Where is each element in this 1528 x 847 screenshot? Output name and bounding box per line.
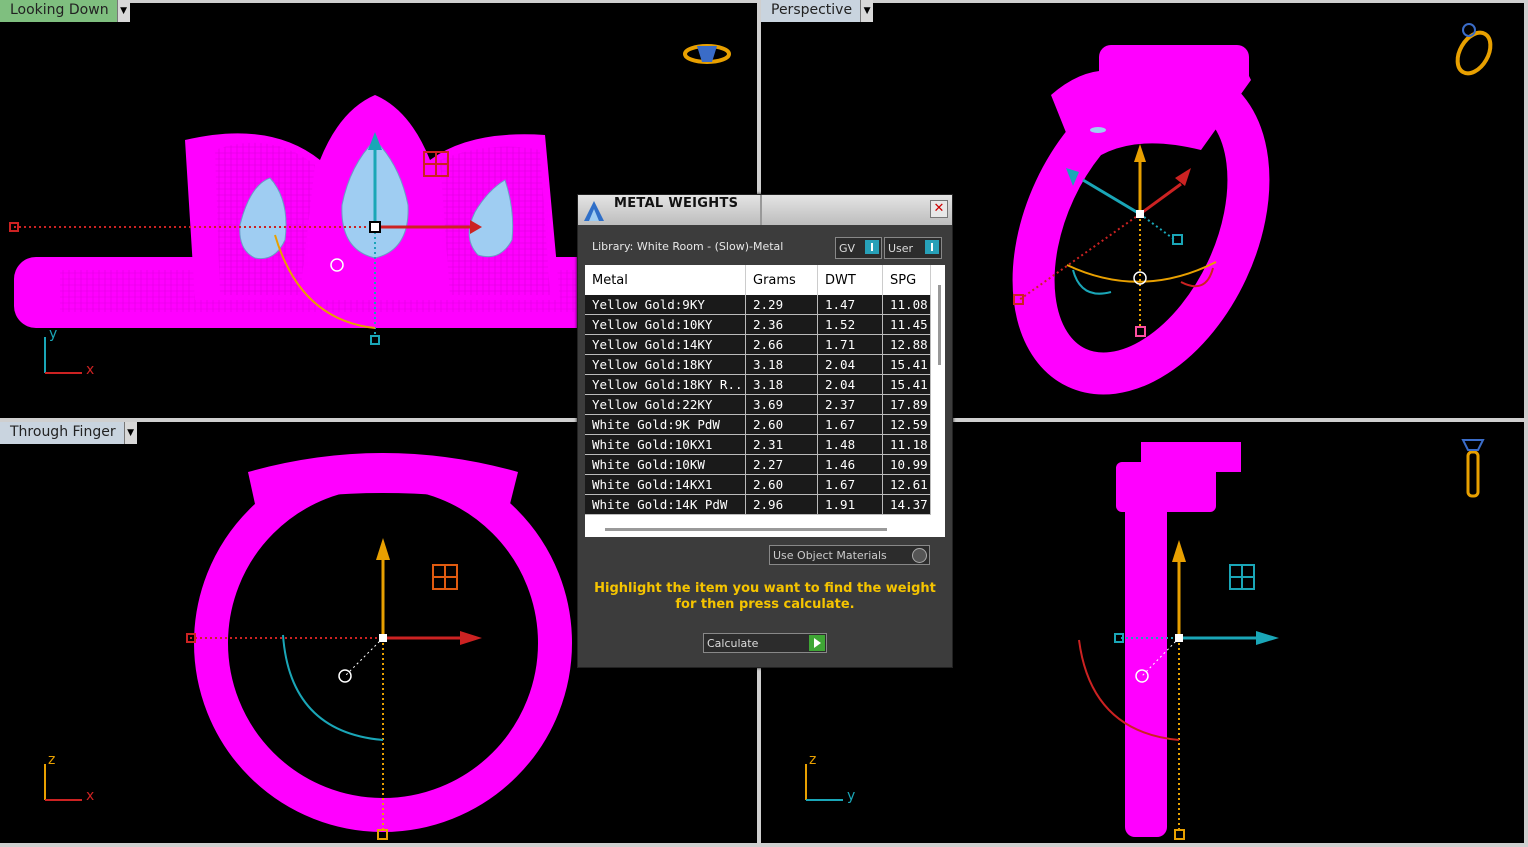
cell-dwt: 1.46 <box>817 454 883 475</box>
cell-grams: 2.60 <box>745 414 818 435</box>
metal-table[interactable]: Metal Grams DWT SPG Yellow Gold:9KY 2.29 1… <box>585 265 945 537</box>
cell-metal: Yellow Gold:18KY R... <box>585 374 746 395</box>
gv-toggle[interactable]: GV <box>835 237 882 259</box>
viewport-label-text: Through Finger <box>0 422 124 444</box>
cell-metal: White Gold:10KX1 <box>585 434 746 455</box>
user-toggle-label: User <box>888 241 914 255</box>
cell-dwt: 1.67 <box>817 414 883 435</box>
cell-spg: 12.61 <box>882 474 931 495</box>
cell-grams: 2.27 <box>745 454 818 475</box>
cell-spg: 15.41 <box>882 374 931 395</box>
cell-dwt: 1.67 <box>817 474 883 495</box>
cell-metal: Yellow Gold:22KY <box>585 394 746 415</box>
cell-grams: 2.36 <box>745 314 818 335</box>
calculate-button[interactable]: Calculate <box>703 633 827 653</box>
column-metal[interactable]: Metal <box>585 265 746 295</box>
chevron-down-icon[interactable]: ▼ <box>116 0 130 22</box>
table-row[interactable]: Yellow Gold:10KY 2.36 1.52 11.45 <box>585 314 931 335</box>
axis-label-y: y <box>847 788 856 804</box>
cell-dwt: 1.91 <box>817 494 883 515</box>
play-icon[interactable] <box>809 635 825 651</box>
cell-metal: Yellow Gold:9KY <box>585 295 746 315</box>
table-row[interactable]: Yellow Gold:14KY 2.66 1.71 12.88 <box>585 334 931 355</box>
cell-spg: 12.88 <box>882 334 931 355</box>
column-spg[interactable]: SPG <box>882 265 931 295</box>
cell-metal: Yellow Gold:14KY <box>585 334 746 355</box>
cell-grams: 2.66 <box>745 334 818 355</box>
cell-grams: 3.69 <box>745 394 818 415</box>
horizontal-scrollbar[interactable] <box>605 528 887 531</box>
cell-dwt: 2.37 <box>817 394 883 415</box>
metal-weights-dialog: METAL WEIGHTS ✕ Library: White Room - (S… <box>577 194 953 668</box>
viewport-label-perspective[interactable]: Perspective ▼ <box>761 0 874 22</box>
user-toggle[interactable]: User <box>884 237 942 259</box>
column-grams[interactable]: Grams <box>745 265 818 295</box>
cell-spg: 11.08 <box>882 295 931 315</box>
axis-label-x: x <box>86 362 95 378</box>
use-object-materials-toggle[interactable]: Use Object Materials <box>769 545 930 565</box>
dialog-titlebar[interactable]: METAL WEIGHTS ✕ <box>578 195 952 225</box>
column-dwt[interactable]: DWT <box>817 265 883 295</box>
table-row[interactable]: Yellow Gold:9KY 2.29 1.47 11.08 <box>585 295 931 315</box>
viewport-label-text: Perspective <box>761 0 861 22</box>
cell-grams: 2.29 <box>745 295 818 315</box>
axis-label-z: z <box>48 752 56 768</box>
table-row[interactable]: White Gold:9K PdW 2.60 1.67 12.59 <box>585 414 931 435</box>
cell-grams: 3.18 <box>745 354 818 375</box>
ring-side-profile <box>1125 502 1167 837</box>
axis-label-z: z <box>809 752 817 768</box>
instruction-message: Highlight the item you want to find the … <box>594 581 936 612</box>
cell-dwt: 1.47 <box>817 295 883 315</box>
cell-dwt: 1.52 <box>817 314 883 335</box>
cell-grams: 2.60 <box>745 474 818 495</box>
use-object-materials-label: Use Object Materials <box>773 548 887 562</box>
gv-toggle-label: GV <box>839 241 856 255</box>
chevron-down-icon[interactable]: ▼ <box>123 422 137 444</box>
cell-dwt: 1.71 <box>817 334 883 355</box>
calculate-label: Calculate <box>707 636 759 650</box>
cell-dwt: 2.04 <box>817 374 883 395</box>
axis-label-x: x <box>86 788 95 804</box>
table-row[interactable]: White Gold:10KX1 2.31 1.48 11.18 <box>585 434 931 455</box>
cell-grams: 2.96 <box>745 494 818 515</box>
cell-dwt: 2.04 <box>817 354 883 375</box>
cell-metal: White Gold:14KX1 <box>585 474 746 495</box>
table-row[interactable]: White Gold:14K PdW 2.96 1.91 14.37 <box>585 494 931 515</box>
viewport-label-text: Looking Down <box>0 0 117 22</box>
cell-spg: 11.18 <box>882 434 931 455</box>
cell-metal: Yellow Gold:10KY <box>585 314 746 335</box>
table-row[interactable]: Yellow Gold:18KY R... 3.18 2.04 15.41 <box>585 374 931 395</box>
axis-label-y: y <box>49 326 58 342</box>
viewport-label-through-finger[interactable]: Through Finger ▼ <box>0 422 137 444</box>
cell-metal: White Gold:14K PdW <box>585 494 746 515</box>
table-row[interactable]: Yellow Gold:22KY 3.69 2.37 17.89 <box>585 394 931 415</box>
viewport-label-looking-down[interactable]: Looking Down ▼ <box>0 0 130 22</box>
cell-metal: White Gold:10KW <box>585 454 746 475</box>
cell-spg: 17.89 <box>882 394 931 415</box>
close-icon[interactable]: ✕ <box>930 200 948 218</box>
metal-weights-logo-icon <box>584 201 604 221</box>
cell-spg: 11.45 <box>882 314 931 335</box>
cell-metal: White Gold:9K PdW <box>585 414 746 435</box>
table-row[interactable]: Yellow Gold:18KY 3.18 2.04 15.41 <box>585 354 931 375</box>
table-header-row: Metal Grams DWT SPG <box>585 265 931 295</box>
vertical-scrollbar[interactable] <box>938 285 941 365</box>
library-label: Library: White Room - (Slow)-Metal <box>592 240 784 253</box>
chevron-down-icon[interactable]: ▼ <box>860 0 874 22</box>
cell-spg: 15.41 <box>882 354 931 375</box>
cell-spg: 10.99 <box>882 454 931 475</box>
cell-dwt: 1.48 <box>817 434 883 455</box>
table-row[interactable]: White Gold:10KW 2.27 1.46 10.99 <box>585 454 931 475</box>
cell-spg: 14.37 <box>882 494 931 515</box>
cell-metal: Yellow Gold:18KY <box>585 354 746 375</box>
dialog-title: METAL WEIGHTS <box>614 196 739 211</box>
cell-grams: 2.31 <box>745 434 818 455</box>
cell-spg: 12.59 <box>882 414 931 435</box>
table-row[interactable]: White Gold:14KX1 2.60 1.67 12.61 <box>585 474 931 495</box>
cell-grams: 3.18 <box>745 374 818 395</box>
